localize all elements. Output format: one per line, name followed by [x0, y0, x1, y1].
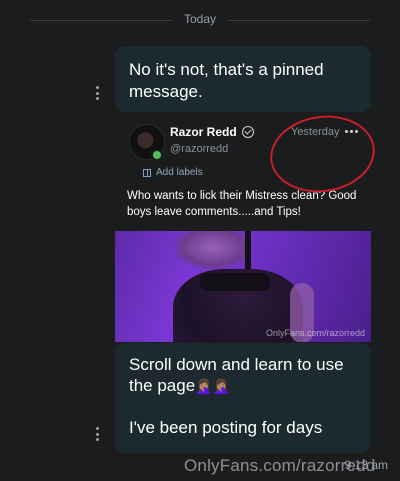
post-author[interactable]: Razor Redd: [170, 125, 254, 139]
message-bubble-top: No it's not, that's a pinned message.: [115, 46, 371, 112]
post-time: Yesterday: [291, 126, 340, 138]
post-text: Who wants to lick their Mistress clean? …: [127, 190, 357, 218]
verified-icon: [241, 126, 254, 138]
add-labels-text: Add labels: [156, 167, 203, 178]
author-handle[interactable]: @razorredd: [170, 143, 228, 155]
photo-shape: [200, 273, 270, 291]
post-photo[interactable]: OnlyFans.com/razorredd: [115, 231, 371, 342]
shared-post-card[interactable]: Razor Redd @razorredd Yesterday Add labe…: [115, 118, 371, 342]
post-more-icon[interactable]: [345, 130, 358, 133]
message-options-kebab-icon[interactable]: [92, 86, 102, 100]
photo-watermark: OnlyFans.com/razorredd: [265, 328, 365, 338]
author-name: Razor Redd: [170, 125, 237, 139]
message-time: 9:13 am: [344, 458, 388, 472]
label-icon: [143, 168, 151, 177]
add-labels-button[interactable]: Add labels: [143, 167, 203, 178]
date-divider-label: Today: [171, 12, 229, 26]
message-bubble-bottom: Scroll down and learn to use the page🤦🏽‍…: [115, 343, 371, 453]
message-line: Scroll down and learn to use the page: [129, 355, 344, 395]
online-status-icon: [151, 149, 163, 161]
facepalm-emoji: 🤦🏽‍♀️🤦🏽‍♀️: [195, 378, 231, 394]
message-options-kebab-icon[interactable]: [92, 427, 102, 441]
photo-shape: [173, 231, 253, 270]
message-text-bottom-line2: I've been posting for days: [129, 418, 323, 437]
message-text-top: No it's not, that's a pinned message.: [129, 60, 324, 101]
message-text-bottom-line1: Scroll down and learn to use the page🤦🏽‍…: [129, 354, 357, 396]
